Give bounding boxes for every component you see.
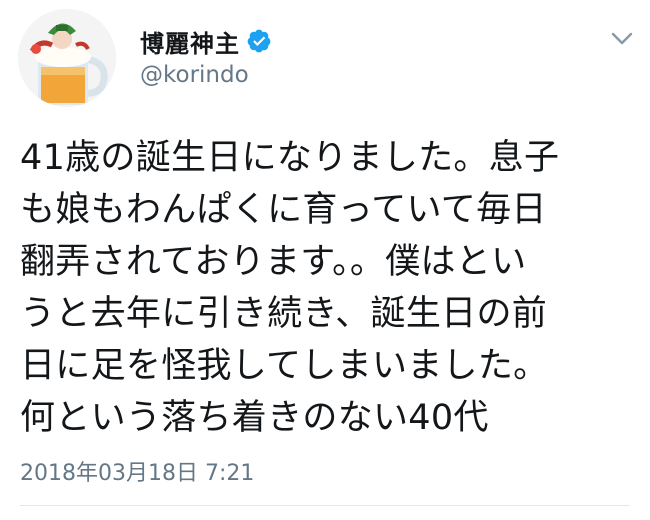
tweet-card: 博麗神主 @korindo 41歳の誕生日になりました。息子 も娘もわんぱくに育… bbox=[0, 0, 650, 520]
tweet-text-line: 翻弄されております。。僕はとい bbox=[20, 242, 527, 282]
author-display-name[interactable]: 博麗神主 bbox=[140, 24, 240, 59]
tweet-text-line: うと去年に引き続き、誕生日の前 bbox=[20, 294, 548, 334]
verified-badge-icon bbox=[246, 28, 272, 54]
tweet-text-line: 何という落ち着きのない40代 bbox=[20, 398, 489, 438]
author-handle[interactable]: @korindo bbox=[140, 62, 249, 88]
avatar[interactable] bbox=[18, 9, 116, 107]
tweet-text: 41歳の誕生日になりました。息子 も娘もわんぱくに育っていて毎日 翻弄されており… bbox=[20, 132, 640, 444]
author-name-row: 博麗神主 bbox=[140, 24, 272, 59]
chevron-down-icon[interactable] bbox=[606, 22, 638, 54]
beer-mug-avatar-icon bbox=[18, 9, 116, 107]
tweet-text-line: 41歳の誕生日になりました。息子 bbox=[20, 138, 560, 178]
tweet-text-line: 日に足を怪我してしまいました。 bbox=[20, 346, 549, 386]
tweet-text-line: も娘もわんぱくに育っていて毎日 bbox=[20, 190, 547, 230]
divider bbox=[20, 505, 630, 506]
tweet-timestamp[interactable]: 2018年03月18日 7:21 bbox=[20, 455, 254, 487]
